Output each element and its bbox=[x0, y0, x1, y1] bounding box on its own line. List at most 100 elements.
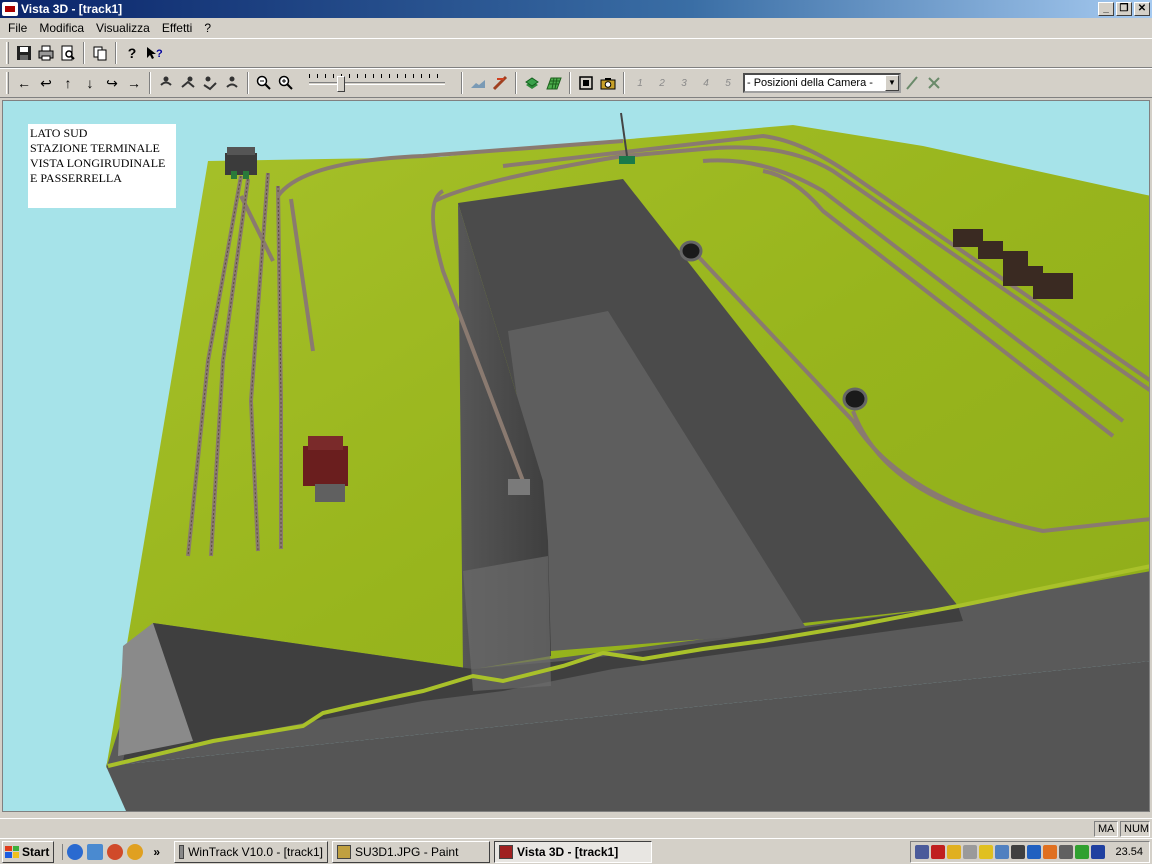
toolbar-separator bbox=[247, 72, 249, 94]
toolbar-grip[interactable] bbox=[6, 42, 9, 64]
toolbar-separator bbox=[149, 72, 151, 94]
toolbar-separator bbox=[569, 72, 571, 94]
toolbar-separator bbox=[623, 72, 625, 94]
context-help-icon[interactable]: ? bbox=[143, 42, 165, 64]
settings-icon[interactable] bbox=[963, 845, 978, 859]
menu-effetti[interactable]: Effetti bbox=[156, 21, 198, 35]
walk-right-icon[interactable] bbox=[199, 72, 221, 94]
camera-slot-3-button[interactable]: 3 bbox=[673, 72, 695, 94]
chevron-down-icon[interactable]: ▼ bbox=[885, 75, 899, 91]
walk-back-icon[interactable] bbox=[221, 72, 243, 94]
move-right-icon[interactable]: → bbox=[123, 72, 145, 94]
update-icon[interactable] bbox=[1027, 845, 1042, 859]
app-icon[interactable] bbox=[2, 2, 18, 16]
slider-track bbox=[309, 82, 445, 85]
drive-icon[interactable] bbox=[995, 845, 1010, 859]
menu-modifica[interactable]: Modifica bbox=[33, 21, 90, 35]
view-toolbar: ← ↩ ↑ ↓ ↪ → 1 2 3 4 5 - Posizioni della … bbox=[0, 68, 1152, 98]
rotate-right-icon[interactable]: ↪ bbox=[101, 72, 123, 94]
camera-positions-value: - Posizioni della Camera - bbox=[747, 77, 873, 89]
move-up-icon[interactable]: ↑ bbox=[57, 72, 79, 94]
clock-app-icon[interactable] bbox=[1059, 845, 1074, 859]
rotate-left-icon[interactable]: ↩ bbox=[35, 72, 57, 94]
task-label: WinTrack V10.0 - [track1] bbox=[188, 844, 324, 859]
quick-launch bbox=[62, 843, 144, 860]
camera-slot-1-button[interactable]: 1 bbox=[629, 72, 651, 94]
print-preview-icon[interactable] bbox=[57, 42, 79, 64]
search-icon[interactable] bbox=[1043, 845, 1058, 859]
copy-icon[interactable] bbox=[89, 42, 111, 64]
menu-file[interactable]: File bbox=[2, 21, 33, 35]
task-label: Vista 3D - [track1] bbox=[517, 844, 619, 859]
display-icon[interactable] bbox=[1091, 845, 1106, 859]
menu-visualizza[interactable]: Visualizza bbox=[90, 21, 156, 35]
zoom-in-icon[interactable] bbox=[275, 72, 297, 94]
caption-line: VISTA LONGIRUDINALE bbox=[30, 156, 166, 170]
internet-explorer-icon[interactable] bbox=[67, 843, 84, 860]
camera-slot-4-button[interactable]: 4 bbox=[695, 72, 717, 94]
save-icon[interactable] bbox=[13, 42, 35, 64]
antivirus-icon[interactable] bbox=[931, 845, 946, 859]
layer-icon[interactable] bbox=[521, 72, 543, 94]
camera-slot-2-label: 2 bbox=[659, 77, 665, 89]
terrain-icon[interactable] bbox=[467, 72, 489, 94]
chevron-icon[interactable]: » bbox=[153, 845, 160, 859]
add-camera-icon[interactable] bbox=[901, 72, 923, 94]
menu-bar: File Modifica Visualizza Effetti ? bbox=[0, 18, 1152, 38]
slider-ticks bbox=[309, 74, 445, 78]
maximize-button[interactable]: ❐ bbox=[1116, 2, 1132, 16]
system-tray: 23.54 bbox=[910, 841, 1150, 863]
camera-slot-2-button[interactable]: 2 bbox=[651, 72, 673, 94]
track-icon[interactable] bbox=[489, 72, 511, 94]
move-down-icon[interactable]: ↓ bbox=[79, 72, 101, 94]
menu-help[interactable]: ? bbox=[198, 21, 217, 35]
remove-camera-icon[interactable] bbox=[923, 72, 945, 94]
toolbar-grip[interactable] bbox=[6, 72, 9, 94]
close-button[interactable]: ✕ bbox=[1134, 2, 1150, 16]
outlook-icon[interactable] bbox=[87, 843, 104, 860]
camera-slot-1-label: 1 bbox=[637, 77, 643, 89]
camera-slot-3-label: 3 bbox=[681, 77, 687, 89]
bridge-abutment bbox=[508, 479, 530, 495]
minimize-button[interactable]: _ bbox=[1098, 2, 1114, 16]
signal-tower bbox=[619, 112, 635, 164]
fit-icon[interactable] bbox=[575, 72, 597, 94]
caption-line: E PASSERRELLA bbox=[30, 171, 122, 185]
taskbar-clock[interactable]: 23.54 bbox=[1115, 846, 1143, 858]
camera-slot-5-button[interactable]: 5 bbox=[717, 72, 739, 94]
3d-viewport[interactable]: LATO SUD STAZIONE TERMINALE VISTA LONGIR… bbox=[2, 100, 1150, 812]
zoom-slider[interactable] bbox=[309, 72, 445, 94]
caption-line: LATO SUD bbox=[30, 126, 88, 140]
messenger-icon[interactable] bbox=[979, 845, 994, 859]
start-button[interactable]: Start bbox=[2, 840, 55, 863]
network-icon[interactable] bbox=[915, 845, 930, 859]
walk-icon[interactable] bbox=[155, 72, 177, 94]
walk-left-icon[interactable] bbox=[177, 72, 199, 94]
task-vista-3d[interactable]: Vista 3D - [track1] bbox=[494, 840, 653, 863]
player-icon[interactable] bbox=[127, 843, 144, 860]
print-icon[interactable] bbox=[35, 42, 57, 64]
layout-caption: LATO SUD STAZIONE TERMINALE VISTA LONGIR… bbox=[28, 124, 176, 208]
help-icon[interactable]: ? bbox=[121, 42, 143, 64]
grid-icon[interactable] bbox=[543, 72, 565, 94]
caps-indicator: MA bbox=[1094, 821, 1118, 837]
toolbar-separator bbox=[461, 72, 463, 94]
zoom-out-icon[interactable] bbox=[253, 72, 275, 94]
camera-icon[interactable] bbox=[597, 72, 619, 94]
status-bar: MA NUM bbox=[0, 818, 1152, 838]
volume-icon[interactable] bbox=[1011, 845, 1026, 859]
task-paint[interactable]: SU3D1.JPG - Paint bbox=[332, 840, 491, 863]
standard-toolbar: ? ? bbox=[0, 38, 1152, 68]
task-wintrack[interactable]: WinTrack V10.0 - [track1] bbox=[174, 840, 329, 863]
slider-thumb[interactable] bbox=[337, 76, 345, 92]
task-list: WinTrack V10.0 - [track1] SU3D1.JPG - Pa… bbox=[174, 840, 653, 863]
camera-positions-select[interactable]: - Posizioni della Camera - ▼ bbox=[743, 73, 901, 93]
shield-icon[interactable] bbox=[947, 845, 962, 859]
move-left-icon[interactable]: ← bbox=[13, 72, 35, 94]
camera-slot-5-label: 5 bbox=[725, 77, 731, 89]
tunnel-portal bbox=[679, 240, 703, 262]
tool-icon[interactable] bbox=[1075, 845, 1090, 859]
num-indicator: NUM bbox=[1120, 821, 1150, 837]
media-icon[interactable] bbox=[107, 843, 124, 860]
toolbar-separator bbox=[115, 42, 117, 64]
